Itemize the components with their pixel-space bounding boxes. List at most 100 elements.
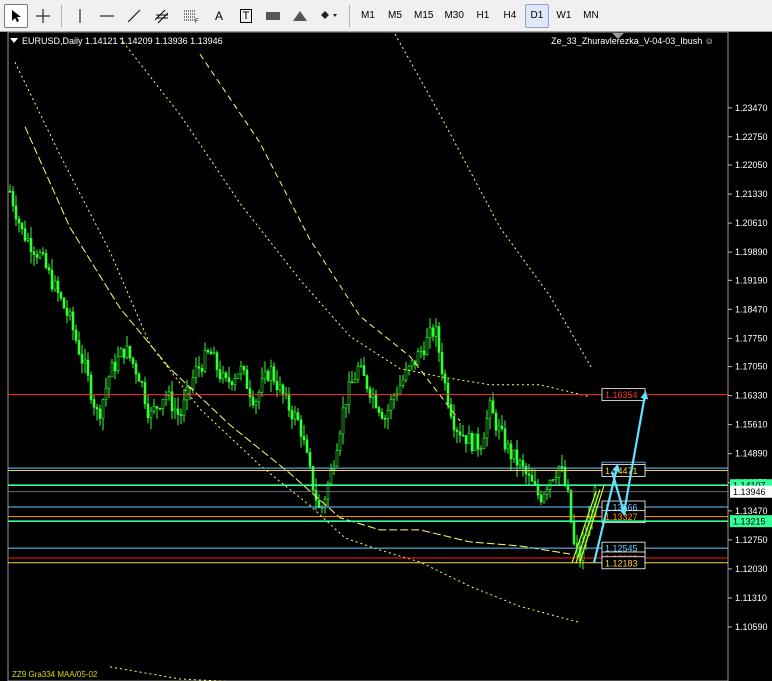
candle-body [377, 407, 381, 413]
price-tick-label: 1.19890 [735, 247, 768, 257]
candle-body [389, 399, 393, 411]
cursor-tool-button[interactable] [4, 3, 28, 28]
candle-body [194, 366, 198, 378]
text-tool-button[interactable]: A [207, 4, 231, 28]
projection-arrow[interactable] [622, 390, 649, 513]
price-tick-label: 1.22050 [735, 160, 768, 170]
candle-body [518, 460, 522, 466]
candle-body [410, 360, 414, 367]
candle-body [11, 191, 15, 207]
indicator-label: Ze_33_Zhuravlerezka_V-04-03_Ibush [551, 36, 703, 46]
candle-body [80, 353, 84, 364]
timeframe-m1-button[interactable]: M1 [356, 4, 380, 28]
candle-body [281, 384, 285, 396]
candle-body [50, 269, 54, 290]
vertical-line-button[interactable] [68, 4, 92, 28]
candle-body [272, 366, 276, 382]
arrows-dropdown-button[interactable] [315, 4, 343, 28]
price-tick-label: 1.16330 [735, 391, 768, 401]
chart-window[interactable]: 1.23470 1.22750 1.22050 1.21330 1.20610 1.198… [0, 32, 772, 681]
candle-body [56, 280, 60, 293]
price-tick-label: 1.11310 [735, 593, 767, 603]
candle-body [401, 379, 405, 386]
horizontal-line-button[interactable] [95, 4, 119, 28]
candle-body [155, 406, 159, 409]
price-chart[interactable]: 1.23470 1.22750 1.22050 1.21330 1.20610 1.198… [0, 32, 772, 681]
price-tick-label: 1.18470 [735, 304, 768, 314]
candle-body [44, 253, 48, 269]
timeframe-m30-button[interactable]: M30 [440, 4, 467, 28]
candle-body [362, 365, 366, 376]
candle-body [59, 292, 63, 299]
bottom-band-dotted [109, 666, 230, 681]
candle-body [125, 345, 129, 358]
candle-body [473, 433, 477, 451]
candle-body [446, 382, 450, 405]
current-price-label: 1.13946 [733, 487, 766, 497]
price-tick-label: 1.12750 [735, 535, 768, 545]
cursor-arrow-icon [12, 9, 21, 22]
channel-button[interactable] [149, 4, 175, 28]
candle-body [302, 436, 306, 441]
candle-body [308, 451, 312, 467]
candle-body [116, 356, 120, 372]
price-tick-label: 1.17050 [735, 362, 768, 372]
candle-body [251, 396, 255, 406]
timeframe-w1-button[interactable]: W1 [552, 4, 576, 28]
candle-body [470, 433, 474, 451]
candle-body [512, 449, 516, 460]
timeframe-h1-button[interactable]: H1 [471, 4, 495, 28]
candle-body [26, 238, 30, 241]
candle-body [32, 251, 36, 255]
candle-body [497, 425, 501, 431]
timeframe-m15-button[interactable]: M15 [410, 4, 437, 28]
crosshair-tool-button[interactable] [31, 4, 55, 28]
candle-body [464, 435, 468, 444]
candle-body [62, 297, 66, 309]
text-label-button[interactable]: T [234, 4, 258, 28]
candle-body [128, 345, 132, 359]
trendline-button[interactable] [122, 4, 146, 28]
svg-text:F: F [195, 19, 199, 24]
timeframe-h4-button[interactable]: H4 [498, 4, 522, 28]
candle-body [212, 352, 216, 355]
timeframe-m5-button[interactable]: M5 [383, 4, 407, 28]
candle-body [527, 473, 531, 476]
candle-body [359, 365, 363, 367]
candle-body [185, 387, 189, 401]
candle-body [476, 433, 480, 450]
level-label: 1.16354 [605, 390, 638, 400]
candle-body [110, 361, 114, 378]
candle-body [131, 357, 135, 364]
candle-body [86, 359, 90, 376]
triangle-button[interactable] [288, 4, 312, 28]
candle-body [14, 205, 18, 220]
candle-body [482, 437, 486, 449]
candle-body [572, 521, 576, 544]
candle-body [350, 381, 354, 384]
candle-body [380, 411, 384, 419]
candle-body [533, 481, 537, 485]
timeframe-mn-button[interactable]: MN [579, 4, 603, 28]
candle-body [122, 348, 126, 358]
candle-body [344, 404, 348, 409]
candle-body [77, 340, 81, 355]
rectangle-button[interactable] [261, 4, 285, 28]
candle-body [71, 311, 75, 331]
ma-line-dashed [24, 126, 571, 555]
fibonacci-button[interactable]: F [178, 4, 204, 28]
arrows-icon [321, 10, 337, 19]
candle-body [521, 460, 525, 467]
timeframe-d1-button[interactable]: D1 [524, 3, 549, 28]
candle-body [479, 448, 483, 450]
candle-body [35, 254, 39, 258]
candle-body [539, 494, 543, 503]
candle-body [20, 222, 24, 229]
candle-body [551, 479, 555, 481]
candle-body [41, 252, 45, 254]
candle-body [341, 407, 345, 435]
candle-body [338, 433, 342, 451]
mid-band-dashed [199, 53, 461, 422]
candle-body [416, 351, 420, 365]
collapse-triangle-icon[interactable] [10, 38, 18, 43]
